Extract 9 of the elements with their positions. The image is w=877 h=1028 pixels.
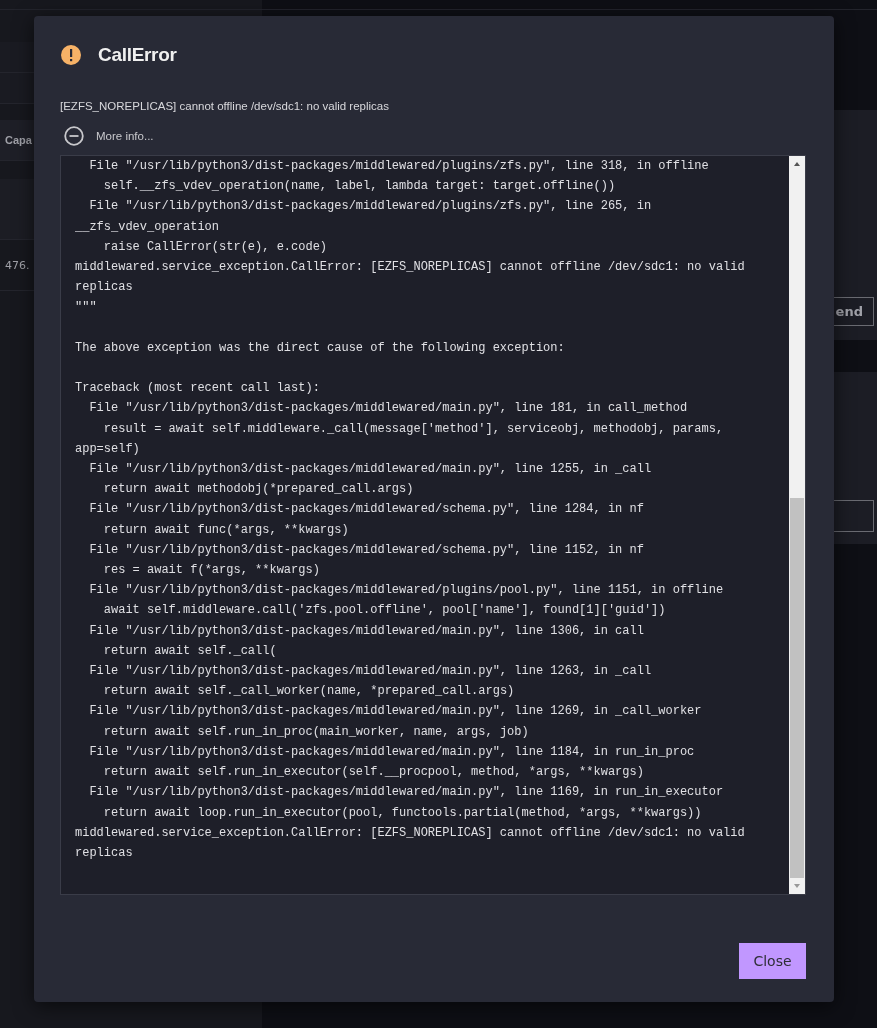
warning-icon [60,44,82,66]
close-button[interactable]: Close [739,943,806,979]
scrollbar[interactable] [789,156,805,894]
table-cell: 476. [5,258,30,272]
error-message: [EZFS_NOREPLICAS] cannot offline /dev/sdc1: no valid replicas [60,100,390,112]
column-header: Capa [5,134,32,146]
dialog-title: CallError [98,44,177,66]
traceback-text: File "/usr/lib/python3/dist-packages/middlewared/plugins/zfs.py", line 318, in offline self.__zfs_vdev_operation(name, label, lambda target: target.offline()) File "/usr/lib/python3/dist-packages/middlewared/plugins/zfs.py", line 265, in __zfs_vdev_operation raise CallError(str(e), e.code) middlewared.service_exception.CallError: [EZFS_NOREPLICAS] cannot offline /dev/sdc1: no valid replicas """ The above exception was the direct cause of the following exception: Traceback (most recent call last): File "/usr/lib/python3/dist-packages/middlewared/main.py", line 181, in call_method result = await self.middleware._call(message['method'], serviceobj, methodobj, params, app=self) File "/usr/lib/python3/dist-packages/middlewared/main.py", line 1255, in _call return await methodobj(*prepared_call.args) File "/usr/lib/python3/dist-packages/middlewared/schema.py", line 1284, in nf return await func(*args, **kwargs) File "/usr/lib/python3/dist-packages/middlewared/schema.py", line 1152, in nf res = await f(*args, **kwargs) File "/usr/lib/python3/dist-packages/middlewared/plugins/pool.py", line 1151, in offline await self.middleware.call('zfs.pool.offline', pool['name'], found[1]['guid']) File "/usr/lib/python3/dist-packages/middlewared/main.py", line 1306, in call return await self._call( File "/usr/lib/python3/dist-packages/middlewared/main.py", line 1263, in _call return await self._call_worker(name, *prepared_call.args) File "/usr/lib/python3/dist-packages/middlewared/main.py", line 1269, in _call_worker return await self.run_in_proc(main_worker, name, args, job) File "/usr/lib/python3/dist-packages/middlewared/main.py", line 1184, in run_in_proc return await self.run_in_executor(self.__procpool, method, *args, **kwargs) File "/usr/lib/python3/dist-packages/middlewared/main.py", line 1169, in run_in_executor return await loop.run_in_executor(pool, functools.partial(method, *args, **kwargs)) middlewared.service_exception.CallError: [EZFS_NOREPLICAS] cannot offline /dev/sdc1: no valid replicas [74,158,746,862]
more-info-toggle[interactable]: More info... [64,120,154,152]
